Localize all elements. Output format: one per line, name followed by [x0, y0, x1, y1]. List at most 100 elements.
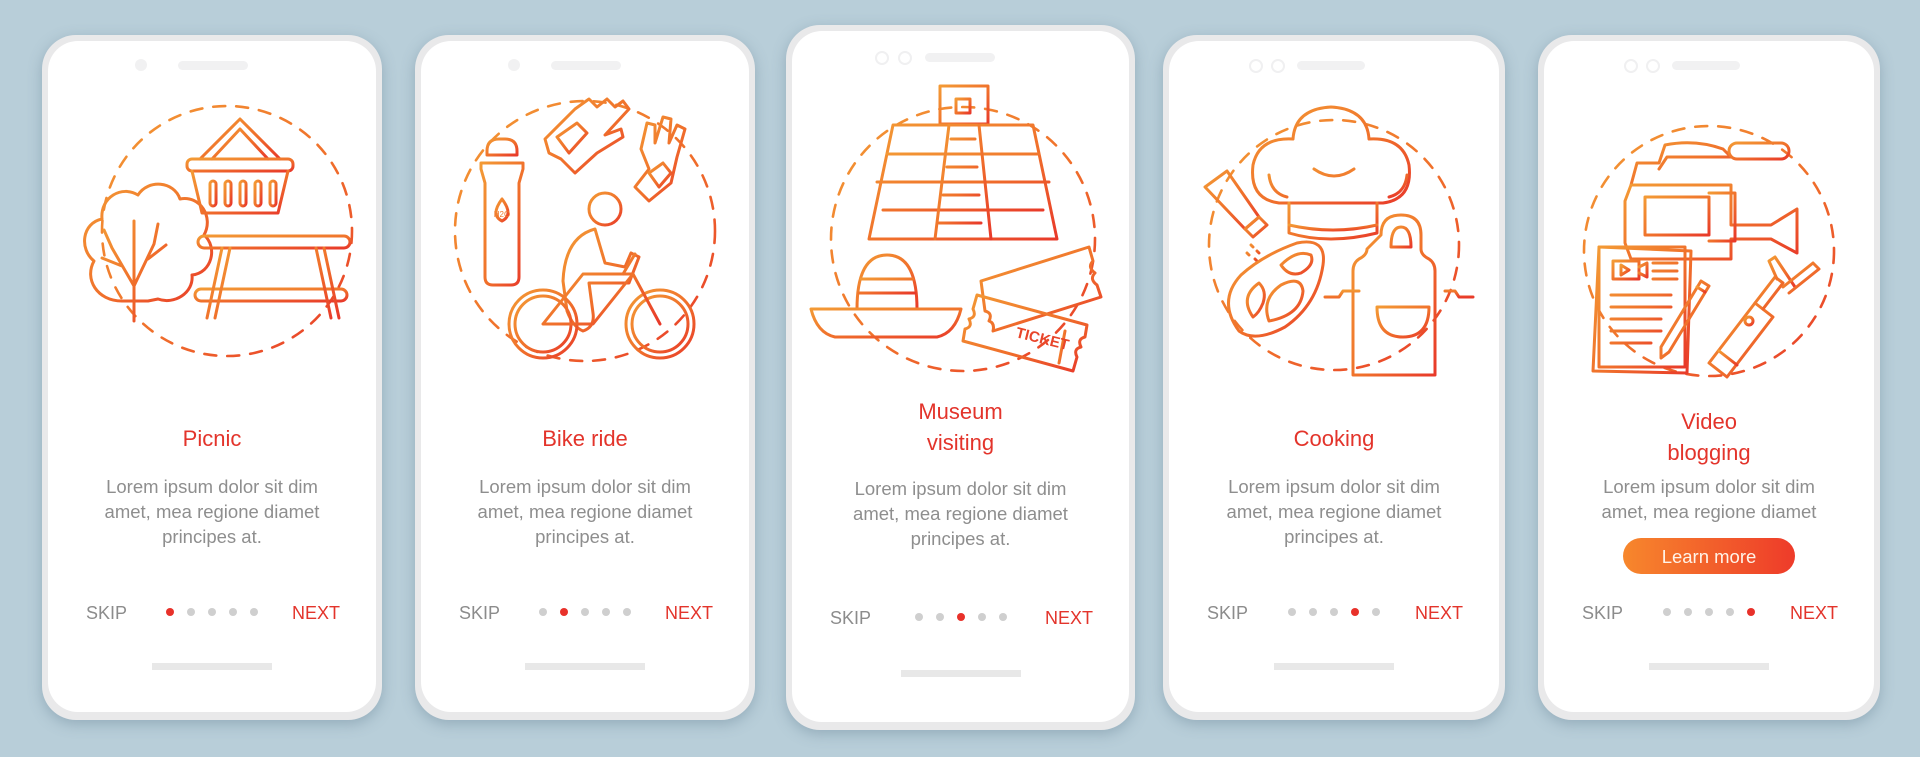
- page-dot-active[interactable]: [956, 613, 965, 621]
- phone-display: Cooking Lorem ipsum dolor sit dim amet, …: [1169, 41, 1499, 712]
- skip-button[interactable]: SKIP: [1207, 601, 1248, 625]
- next-button[interactable]: NEXT: [292, 601, 340, 625]
- water-bottle-icon: H2O: [479, 137, 525, 287]
- title-line: Bike ride: [542, 426, 628, 451]
- page-dot[interactable]: [1663, 608, 1671, 616]
- gloves-icon: [543, 97, 687, 203]
- page-dot[interactable]: [1684, 608, 1692, 616]
- description-line: principes at.: [535, 526, 635, 547]
- phone-screen-bike-ride: H2O Bike ride Lorem ipsum dolor sit dim …: [415, 35, 755, 720]
- phone-screen-museum-visiting: TICKET Museum visiting Lorem ipsum dolor…: [786, 25, 1135, 730]
- illustration-museum: TICKET: [792, 79, 1129, 409]
- next-button[interactable]: NEXT: [1045, 606, 1093, 630]
- phone-display: TICKET Museum visiting Lorem ipsum dolor…: [792, 31, 1129, 722]
- page-dot[interactable]: [208, 608, 216, 616]
- page-dot[interactable]: [914, 613, 923, 621]
- title-line: Cooking: [1293, 426, 1375, 451]
- page-dot[interactable]: [1705, 608, 1713, 616]
- page-dot[interactable]: [1726, 608, 1734, 616]
- onboarding-footer: SKIP NEXT: [1169, 601, 1499, 625]
- description-line: Lorem ipsum dolor sit dim: [106, 476, 318, 497]
- page-dot[interactable]: [935, 613, 944, 621]
- illustration-cooking: [1169, 95, 1499, 425]
- title-line: Picnic: [182, 426, 242, 451]
- phone-screen-cooking: Cooking Lorem ipsum dolor sit dim amet, …: [1163, 35, 1505, 720]
- page-dot[interactable]: [581, 608, 589, 616]
- next-button[interactable]: NEXT: [1415, 601, 1463, 625]
- front-camera: [1624, 59, 1638, 73]
- page-dot[interactable]: [250, 608, 258, 616]
- home-indicator[interactable]: [1274, 663, 1394, 670]
- front-sensor: [1271, 59, 1285, 73]
- description-line: principes at.: [162, 526, 262, 547]
- page-dot-active[interactable]: [1747, 608, 1755, 616]
- front-camera: [508, 59, 520, 71]
- home-indicator[interactable]: [900, 670, 1021, 677]
- tickets-icon: TICKET: [961, 245, 1102, 373]
- page-dot[interactable]: [998, 613, 1007, 621]
- page-dot[interactable]: [1309, 608, 1317, 616]
- home-indicator[interactable]: [1649, 663, 1769, 670]
- title-line: Museum: [918, 399, 1003, 424]
- pyramid-icon: [867, 84, 1058, 241]
- description-line: amet, mea regione diamet: [1226, 501, 1442, 522]
- front-sensor: [898, 51, 912, 65]
- page-indicator: [1288, 608, 1380, 616]
- page-indicator: [914, 613, 1007, 621]
- page-dot[interactable]: [602, 608, 610, 616]
- page-dot[interactable]: [1330, 608, 1338, 616]
- page-dot[interactable]: [229, 608, 237, 616]
- description-line: Lorem ipsum dolor sit dim: [1228, 476, 1440, 497]
- next-button[interactable]: NEXT: [665, 601, 713, 625]
- screen-description: Lorem ipsum dolor sit dim amet, mea regi…: [1574, 474, 1844, 524]
- page-dot[interactable]: [623, 608, 631, 616]
- page-dot[interactable]: [539, 608, 547, 616]
- illustration-picnic: [48, 81, 376, 411]
- sombrero-icon: [809, 253, 962, 339]
- page-indicator: [1663, 608, 1755, 616]
- skip-button[interactable]: SKIP: [830, 606, 871, 630]
- description-line: amet, mea regione diamet: [853, 503, 1068, 524]
- title-line: Video: [1681, 409, 1737, 434]
- page-dot[interactable]: [1372, 608, 1380, 616]
- description-line: Lorem ipsum dolor sit dim: [1603, 476, 1815, 497]
- front-sensor: [1646, 59, 1660, 73]
- onboarding-footer: SKIP NEXT: [421, 601, 749, 625]
- screen-title: Picnic: [48, 423, 376, 454]
- description-line: amet, mea regione diamet: [104, 501, 320, 522]
- next-button[interactable]: NEXT: [1790, 601, 1838, 625]
- onboarding-footer: SKIP NEXT: [48, 601, 376, 625]
- description-line: principes at.: [1284, 526, 1384, 547]
- screen-description: Lorem ipsum dolor sit dim amet, mea regi…: [78, 474, 346, 549]
- speaker-grille: [551, 61, 621, 70]
- learn-more-button[interactable]: Learn more: [1623, 538, 1795, 574]
- page-dot[interactable]: [977, 613, 986, 621]
- onboarding-footer: SKIP NEXT: [1544, 601, 1874, 625]
- screen-title: Museum visiting: [792, 396, 1129, 458]
- skip-button[interactable]: SKIP: [1582, 601, 1623, 625]
- page-dot-active[interactable]: [560, 608, 568, 616]
- title-line: visiting: [926, 430, 995, 455]
- screen-title: Cooking: [1169, 423, 1499, 454]
- description-line: amet, mea regione diamet: [477, 501, 693, 522]
- home-indicator[interactable]: [525, 663, 645, 670]
- speaker-grille: [1672, 61, 1740, 70]
- page-dot[interactable]: [187, 608, 195, 616]
- page-dot-active[interactable]: [1351, 608, 1359, 616]
- salt-shaker-icon: [1203, 169, 1269, 263]
- page-indicator: [539, 608, 631, 616]
- page-indicator: [166, 608, 258, 616]
- skip-button[interactable]: SKIP: [86, 601, 127, 625]
- selfie-stick-icon: [1707, 255, 1821, 379]
- screen-description: Lorem ipsum dolor sit dim amet, mea regi…: [822, 476, 1099, 551]
- screen-description: Lorem ipsum dolor sit dim amet, mea regi…: [1199, 474, 1469, 549]
- home-indicator[interactable]: [152, 663, 272, 670]
- phone-screen-video-blogging: Video blogging Lorem ipsum dolor sit dim…: [1538, 35, 1880, 720]
- page-dot-active[interactable]: [166, 608, 174, 616]
- illustration-bike-ride: H2O: [421, 81, 749, 411]
- skip-button[interactable]: SKIP: [459, 601, 500, 625]
- screen-title: Bike ride: [421, 423, 749, 454]
- front-camera: [1249, 59, 1263, 73]
- description-line: principes at.: [910, 528, 1011, 549]
- page-dot[interactable]: [1288, 608, 1296, 616]
